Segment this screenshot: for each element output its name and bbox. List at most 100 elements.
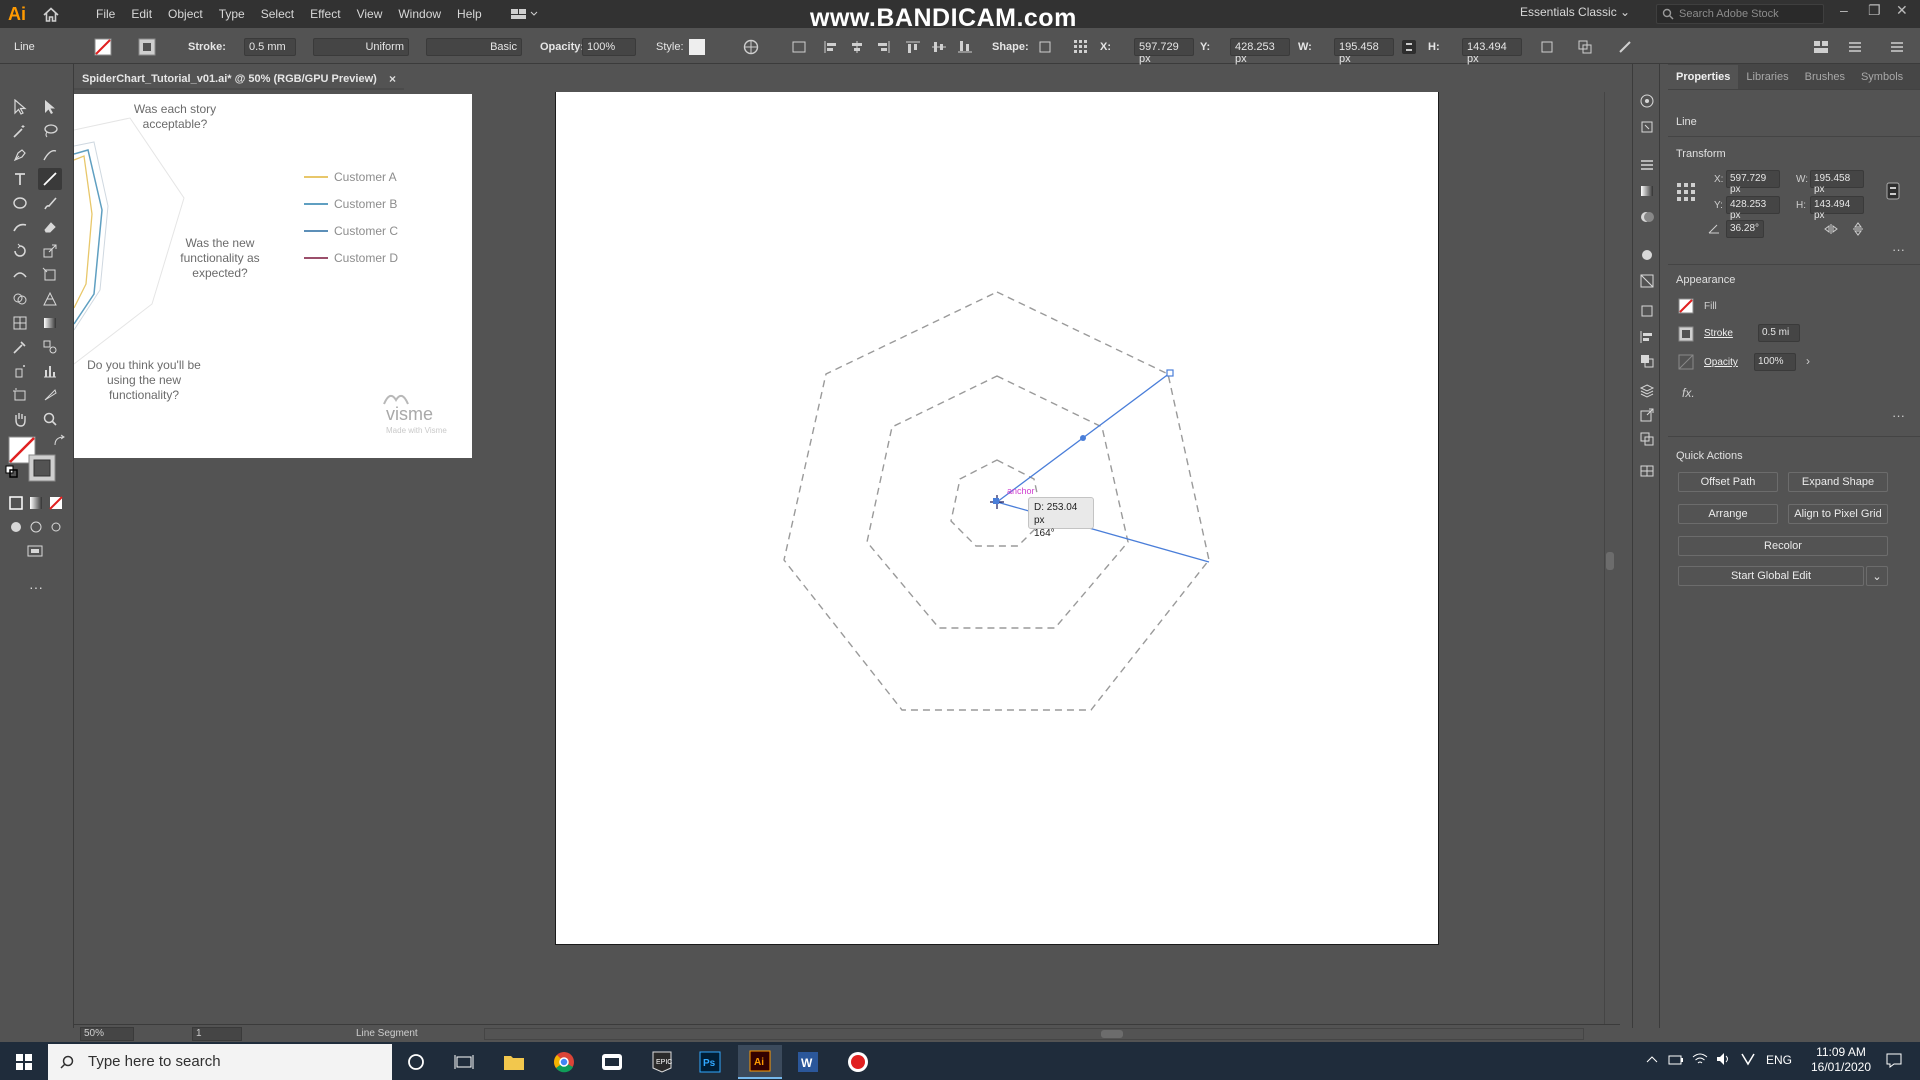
column-graph-tool-icon[interactable] (38, 360, 62, 382)
constrain-proportions-icon[interactable] (1400, 38, 1418, 56)
export-panel-icon[interactable] (1635, 404, 1659, 426)
artboards-panel-icon[interactable] (1635, 428, 1659, 450)
rotation-angle-input[interactable]: 36.28° (1726, 220, 1764, 238)
eraser-tool-icon[interactable] (38, 216, 62, 238)
align-panel-icon[interactable] (1635, 326, 1659, 348)
none-mode-icon[interactable] (44, 492, 68, 514)
ellipse-tool-icon[interactable] (8, 192, 32, 214)
constrain-link-icon[interactable] (1886, 182, 1900, 203)
width-field[interactable]: 195.458 px (1334, 38, 1394, 65)
rotate-tool-icon[interactable] (8, 240, 32, 262)
start-global-edit-button[interactable]: Start Global Edit (1678, 566, 1864, 586)
menu-file[interactable]: File (88, 7, 123, 21)
asset-export-icon[interactable] (1635, 460, 1659, 482)
artboard-main[interactable]: anchor D: 253.04 px 164° (555, 92, 1439, 945)
selection-tool-icon[interactable] (8, 96, 32, 118)
graphic-styles-icon[interactable] (1635, 270, 1659, 292)
align-to-icon[interactable] (790, 38, 808, 56)
control-bar-options-icon[interactable] (1888, 38, 1906, 56)
close-tab-icon[interactable]: × (389, 72, 396, 86)
bandicam-record-icon[interactable] (836, 1045, 880, 1079)
reference-point-icon[interactable] (1072, 38, 1090, 56)
color-guide-icon[interactable] (1635, 90, 1659, 112)
eyedropper-tool-icon[interactable] (8, 336, 32, 358)
stroke-label[interactable]: Stroke (1704, 328, 1733, 339)
lasso-tool-icon[interactable] (38, 120, 62, 142)
stroke-color-swatch[interactable] (28, 454, 58, 484)
stroke-weight-input[interactable]: 0.5 mi (1758, 324, 1800, 342)
edit-toolbar-icon[interactable]: ··· (24, 576, 48, 598)
tab-brushes[interactable]: Brushes (1797, 65, 1853, 89)
graphic-style-swatch[interactable] (688, 38, 706, 56)
magic-wand-tool-icon[interactable] (8, 120, 32, 142)
word-icon[interactable]: W (786, 1045, 830, 1079)
blend-tool-icon[interactable] (38, 336, 62, 358)
tray-chevron-up-icon[interactable] (1646, 1054, 1658, 1067)
stroke-swatch[interactable] (138, 38, 156, 56)
shape-builder-tool-icon[interactable] (8, 288, 32, 310)
curvature-tool-icon[interactable] (38, 144, 62, 166)
close-window-button[interactable]: ✕ (1896, 2, 1908, 19)
input-method-icon[interactable] (1740, 1052, 1756, 1069)
align-to-pixel-grid-button[interactable]: Align to Pixel Grid (1788, 504, 1888, 524)
menu-help[interactable]: Help (449, 7, 490, 21)
global-edit-options-button[interactable]: ⌄ (1866, 566, 1888, 586)
stroke-panel-icon[interactable] (1635, 154, 1659, 176)
maximize-button[interactable]: ❐ (1868, 2, 1881, 19)
type-tool-icon[interactable] (8, 168, 32, 190)
transparency-panel-icon[interactable] (1635, 206, 1659, 228)
stroke-color-box[interactable] (1678, 326, 1694, 345)
canvas[interactable]: Was each story acceptable? Was the new f… (74, 92, 1614, 1024)
pathfinder-panel-icon[interactable] (1635, 350, 1659, 372)
task-view-icon[interactable] (442, 1045, 486, 1079)
screen-mode-icon[interactable] (24, 540, 48, 562)
panel-arrange-icon[interactable] (1812, 38, 1830, 56)
horizontal-scroll-thumb[interactable] (1101, 1030, 1123, 1038)
align-bottom-icon[interactable] (956, 38, 974, 56)
stock-search-input[interactable]: Search Adobe Stock (1656, 4, 1824, 24)
line-segment-tool-icon[interactable] (38, 168, 62, 190)
menu-edit[interactable]: Edit (123, 7, 160, 21)
height-input[interactable]: 143.494 px (1810, 196, 1864, 221)
pen-tool-icon[interactable] (8, 144, 32, 166)
align-middle-icon[interactable] (930, 38, 948, 56)
free-transform-tool-icon[interactable] (38, 264, 62, 286)
vertical-scrollbar[interactable] (1604, 92, 1614, 1024)
wifi-icon[interactable] (1692, 1052, 1708, 1069)
zoom-level-field[interactable]: 50% (80, 1027, 134, 1041)
mesh-tool-icon[interactable] (8, 312, 32, 334)
opacity-field[interactable]: 100% (582, 38, 636, 56)
battery-icon[interactable] (1668, 1053, 1684, 1070)
arrange-documents-icon[interactable] (510, 7, 538, 21)
opacity-input[interactable]: 100% (1754, 353, 1796, 371)
align-top-icon[interactable] (904, 38, 922, 56)
horizontal-scrollbar[interactable] (484, 1028, 1584, 1040)
chevron-right-icon[interactable]: › (1806, 354, 1810, 368)
menu-select[interactable]: Select (253, 7, 302, 21)
media-app-icon[interactable] (590, 1045, 634, 1079)
align-right-icon[interactable] (874, 38, 892, 56)
transform-panel-icon[interactable] (1635, 300, 1659, 322)
recolor-button[interactable]: Recolor (1678, 536, 1888, 556)
isolate-object-icon[interactable] (1616, 38, 1634, 56)
transform-icon[interactable] (1538, 38, 1556, 56)
opacity-label[interactable]: Opacity (1704, 357, 1738, 368)
align-center-icon[interactable] (848, 38, 866, 56)
notifications-icon[interactable] (1886, 1052, 1902, 1071)
align-left-icon[interactable] (822, 38, 840, 56)
width-tool-icon[interactable] (8, 264, 32, 286)
tab-symbols[interactable]: Symbols (1853, 65, 1911, 89)
y-position-input[interactable]: 428.253 px (1726, 196, 1780, 221)
windows-start-icon[interactable] (2, 1045, 46, 1079)
more-transform-options-icon[interactable]: ··· (1892, 242, 1905, 257)
artboard-tool-icon[interactable] (8, 384, 32, 406)
reference-point-locator-icon[interactable] (1676, 182, 1696, 205)
gradient-panel-icon[interactable] (1635, 180, 1659, 202)
pathfinder-icon[interactable] (1576, 38, 1594, 56)
system-clock[interactable]: 11:09 AM 16/01/2020 (1806, 1045, 1876, 1075)
variable-width-profile[interactable]: Uniform (313, 38, 409, 56)
zoom-tool-icon[interactable] (38, 408, 62, 430)
hand-tool-icon[interactable] (8, 408, 32, 430)
minimize-button[interactable]: – (1840, 2, 1848, 18)
appearance-panel-icon[interactable] (1635, 244, 1659, 266)
